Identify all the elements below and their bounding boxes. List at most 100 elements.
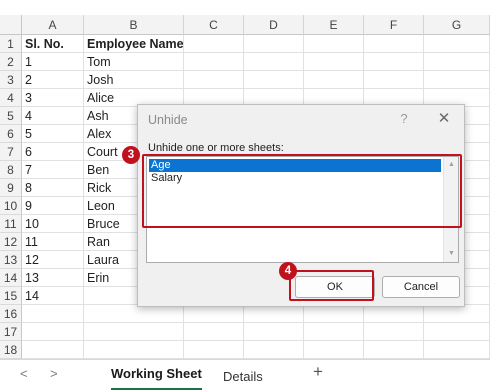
table-cell[interactable]: 5 [22, 125, 84, 143]
prev-sheet-icon[interactable]: < [20, 366, 28, 381]
column-header[interactable]: A [22, 15, 84, 35]
table-cell[interactable] [424, 71, 490, 89]
table-cell[interactable] [22, 323, 84, 341]
table-cell[interactable] [184, 323, 244, 341]
cancel-button[interactable]: Cancel [382, 276, 460, 298]
listbox-scrollbar[interactable]: ▲ ▼ [443, 157, 458, 262]
table-cell[interactable]: 8 [22, 179, 84, 197]
row-header[interactable]: 1 [0, 35, 22, 53]
column-header[interactable]: F [364, 15, 424, 35]
table-cell[interactable] [364, 71, 424, 89]
list-item-salary[interactable]: Salary [149, 172, 441, 185]
table-cell[interactable] [304, 323, 364, 341]
table-cell[interactable]: 13 [22, 269, 84, 287]
table-cell[interactable]: 4 [22, 107, 84, 125]
tab-details[interactable]: Details [223, 363, 263, 391]
table-cell[interactable] [424, 35, 490, 53]
table-cell[interactable] [184, 53, 244, 71]
table-cell[interactable] [84, 305, 184, 323]
table-cell[interactable] [184, 71, 244, 89]
table-cell[interactable] [244, 71, 304, 89]
row-header[interactable]: 9 [0, 179, 22, 197]
table-cell[interactable] [364, 35, 424, 53]
help-icon[interactable]: ? [396, 111, 412, 127]
row-header[interactable]: 8 [0, 161, 22, 179]
table-cell[interactable]: Employee Name [84, 35, 184, 53]
tab-working-sheet[interactable]: Working Sheet [111, 360, 202, 390]
table-cell[interactable] [84, 341, 184, 359]
table-cell[interactable] [364, 323, 424, 341]
column-header[interactable]: D [244, 15, 304, 35]
table-cell[interactable]: Josh [84, 71, 184, 89]
sheet-tab-bar: < > Working Sheet Details + [0, 359, 490, 391]
unhide-dialog: Unhide ? ✕ Unhide one or more sheets: Ag… [137, 104, 465, 307]
row-header[interactable]: 12 [0, 233, 22, 251]
list-item-age[interactable]: Age [149, 159, 441, 172]
add-sheet-icon[interactable]: + [313, 362, 323, 382]
table-cell[interactable] [244, 323, 304, 341]
table-cell[interactable]: Tom [84, 53, 184, 71]
column-header[interactable]: E [304, 15, 364, 35]
dialog-title: Unhide [148, 113, 188, 127]
table-cell[interactable] [424, 305, 490, 323]
table-cell[interactable] [184, 35, 244, 53]
table-cell[interactable] [424, 323, 490, 341]
ok-button[interactable]: OK [295, 276, 375, 298]
table-cell[interactable] [22, 305, 84, 323]
step-3-badge: 3 [122, 146, 140, 164]
table-cell[interactable] [244, 341, 304, 359]
table-cell[interactable]: 7 [22, 161, 84, 179]
row-header[interactable]: 11 [0, 215, 22, 233]
row-header[interactable]: 3 [0, 71, 22, 89]
table-cell[interactable]: 3 [22, 89, 84, 107]
row-header[interactable]: 7 [0, 143, 22, 161]
ribbon-edge [0, 0, 490, 15]
table-cell[interactable] [22, 341, 84, 359]
scroll-up-icon[interactable]: ▲ [446, 160, 457, 170]
table-cell[interactable]: 12 [22, 251, 84, 269]
row-header[interactable]: 15 [0, 287, 22, 305]
table-cell[interactable] [244, 305, 304, 323]
column-header[interactable]: G [424, 15, 490, 35]
row-header[interactable]: 16 [0, 305, 22, 323]
row-header[interactable]: 17 [0, 323, 22, 341]
select-all-corner[interactable] [0, 15, 22, 35]
table-cell[interactable] [184, 305, 244, 323]
table-cell[interactable]: 9 [22, 197, 84, 215]
table-cell[interactable] [304, 341, 364, 359]
row-header[interactable]: 14 [0, 269, 22, 287]
table-cell[interactable]: Sl. No. [22, 35, 84, 53]
next-sheet-icon[interactable]: > [50, 366, 58, 381]
table-cell[interactable]: 6 [22, 143, 84, 161]
table-cell[interactable] [364, 53, 424, 71]
table-cell[interactable]: 1 [22, 53, 84, 71]
row-header[interactable]: 4 [0, 89, 22, 107]
table-cell[interactable] [304, 53, 364, 71]
scroll-down-icon[interactable]: ▼ [446, 249, 457, 259]
table-cell[interactable] [424, 341, 490, 359]
close-icon[interactable]: ✕ [434, 109, 454, 129]
table-cell[interactable] [424, 53, 490, 71]
table-cell[interactable] [304, 35, 364, 53]
row-header[interactable]: 2 [0, 53, 22, 71]
column-header[interactable]: B [84, 15, 184, 35]
table-cell[interactable] [364, 305, 424, 323]
row-header[interactable]: 10 [0, 197, 22, 215]
table-cell[interactable] [184, 341, 244, 359]
table-cell[interactable] [304, 305, 364, 323]
table-cell[interactable] [304, 71, 364, 89]
table-cell[interactable]: 11 [22, 233, 84, 251]
column-header[interactable]: C [184, 15, 244, 35]
row-header[interactable]: 18 [0, 341, 22, 359]
sheet-listbox[interactable]: Age Salary ▲ ▼ [146, 156, 459, 263]
row-header[interactable]: 13 [0, 251, 22, 269]
table-cell[interactable] [364, 341, 424, 359]
table-cell[interactable] [244, 53, 304, 71]
row-header[interactable]: 5 [0, 107, 22, 125]
table-cell[interactable]: 2 [22, 71, 84, 89]
row-header[interactable]: 6 [0, 125, 22, 143]
table-cell[interactable] [244, 35, 304, 53]
table-cell[interactable]: 14 [22, 287, 84, 305]
table-cell[interactable] [84, 323, 184, 341]
table-cell[interactable]: 10 [22, 215, 84, 233]
